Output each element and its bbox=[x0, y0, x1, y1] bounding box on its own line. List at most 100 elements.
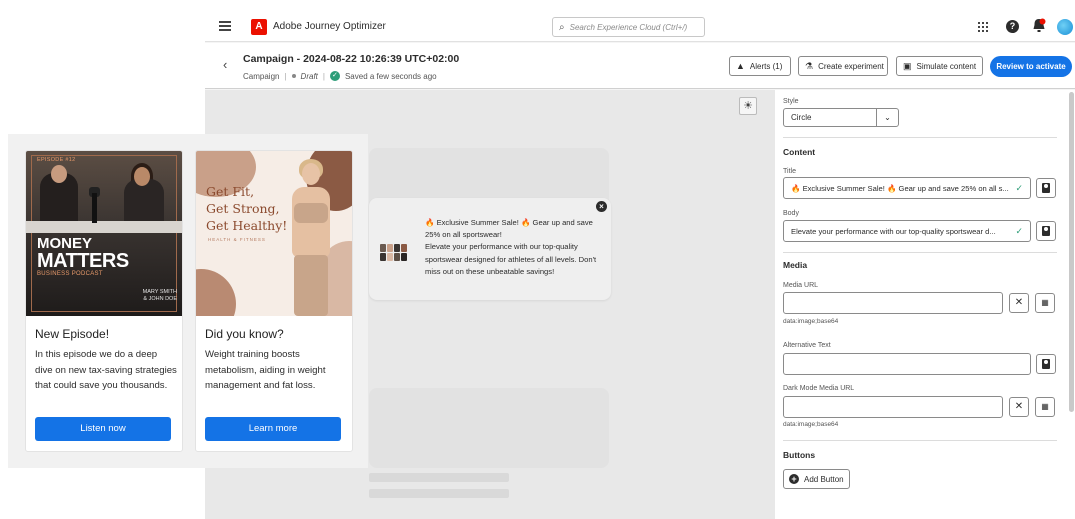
search-placeholder: Search Experience Cloud (Ctrl+/) bbox=[569, 22, 688, 32]
create-experiment-button[interactable]: ⚗ Create experiment bbox=[798, 56, 888, 76]
style-select[interactable]: Circle ⌄ bbox=[783, 108, 899, 127]
body-field[interactable]: Elevate your performance with our top-qu… bbox=[783, 220, 1031, 242]
saved-check-icon: ✓ bbox=[329, 71, 340, 81]
campaign-header: ‹ Campaign - 2024-08-22 10:26:39 UTC+02:… bbox=[205, 43, 1075, 89]
podcast-subtitle: BUSINESS PODCAST bbox=[37, 271, 103, 277]
media-url-hint: data:image;base64 bbox=[783, 318, 839, 325]
content-heading: Content bbox=[783, 147, 816, 157]
media-url-label: Media URL bbox=[783, 282, 819, 289]
add-button-label: Add Button bbox=[804, 474, 844, 484]
campaign-type: Campaign bbox=[243, 71, 280, 81]
plus-icon: + bbox=[789, 474, 799, 484]
model-leggings bbox=[294, 255, 328, 316]
media-url-input[interactable] bbox=[783, 292, 1003, 314]
card-body: In this episode we do a deep dive on new… bbox=[35, 349, 177, 391]
podcast-hosts: MARY SMITH & JOHN DOE bbox=[143, 289, 177, 303]
skeleton-line bbox=[369, 489, 509, 498]
campaign-breadcrumb: Campaign | Draft | ✓ Saved a few seconds… bbox=[243, 71, 437, 81]
browse-media-button[interactable]: ▦ bbox=[1035, 293, 1055, 313]
help-icon[interactable]: ? bbox=[1006, 20, 1019, 33]
podcast-image: EPISODE #12 MONEY MATTERS BUSINESS PODCA… bbox=[26, 151, 182, 316]
body-field-value: Elevate your performance with our top-qu… bbox=[791, 227, 996, 236]
model-top bbox=[294, 203, 328, 223]
simulate-icon: ▣ bbox=[903, 60, 912, 71]
valid-check-icon: ✓ bbox=[1015, 183, 1023, 193]
media-heading: Media bbox=[783, 260, 808, 270]
episode-tag: EPISODE #12 bbox=[37, 157, 76, 163]
alt-text-input[interactable] bbox=[783, 353, 1031, 375]
dark-media-label: Dark Mode Media URL bbox=[783, 385, 855, 392]
draft-dot-icon bbox=[291, 74, 296, 78]
add-button-button[interactable]: + Add Button bbox=[783, 469, 850, 489]
alerts-button[interactable]: ▲ Alerts (1) bbox=[729, 56, 791, 76]
experiment-label: Create experiment bbox=[818, 61, 884, 71]
podcast-artwork: EPISODE #12 MONEY MATTERS BUSINESS PODCA… bbox=[26, 151, 182, 316]
card-body: Weight training boosts metabolism, aidin… bbox=[205, 349, 326, 391]
table bbox=[26, 221, 182, 233]
body-label: Body bbox=[783, 210, 799, 217]
preview-thumbnail bbox=[380, 244, 416, 261]
personalize-body-button[interactable] bbox=[1036, 221, 1056, 241]
fitness-line2: Get Strong, bbox=[206, 201, 280, 216]
model-head bbox=[302, 163, 320, 185]
fitness-line3: Get Healthy! bbox=[206, 218, 288, 233]
decor-shape bbox=[196, 269, 236, 316]
preview-text: 🔥 Exclusive Summer Sale! 🔥 Gear up and s… bbox=[425, 217, 603, 278]
simulate-content-button[interactable]: ▣ Simulate content bbox=[896, 56, 983, 76]
browse-dark-media-button[interactable]: ▦ bbox=[1035, 397, 1055, 417]
preview-body: Elevate your performance with our top-qu… bbox=[425, 242, 597, 276]
alt-text-label: Alternative Text bbox=[783, 342, 831, 349]
content-card-examples: EPISODE #12 MONEY MATTERS BUSINESS PODCA… bbox=[8, 134, 368, 468]
title-label: Title bbox=[783, 168, 796, 175]
microphone-stand bbox=[92, 193, 97, 223]
light-mode-toggle-icon[interactable]: ☀ bbox=[739, 97, 757, 115]
clear-media-url-button[interactable]: ✕ bbox=[1009, 293, 1029, 313]
menu-icon[interactable] bbox=[219, 21, 231, 31]
title-field-value: 🔥 Exclusive Summer Sale! 🔥 Gear up and s… bbox=[791, 184, 1009, 193]
panel-scrollbar[interactable] bbox=[1069, 92, 1074, 412]
style-label: Style bbox=[783, 98, 799, 105]
beaker-icon: ⚗ bbox=[805, 60, 814, 71]
fitness-subtitle: HEALTH & FITNESS bbox=[208, 237, 266, 242]
listen-now-button[interactable]: Listen now bbox=[35, 417, 171, 441]
clear-dark-media-button[interactable]: ✕ bbox=[1009, 397, 1029, 417]
valid-check-icon: ✓ bbox=[1015, 226, 1023, 236]
notification-icon[interactable] bbox=[1032, 18, 1046, 34]
alert-triangle-icon: ▲ bbox=[736, 61, 745, 71]
host-name-1: MARY SMITH bbox=[142, 289, 177, 295]
preview-title: 🔥 Exclusive Summer Sale! 🔥 Gear up and s… bbox=[425, 218, 593, 240]
divider bbox=[783, 252, 1057, 253]
fitness-headline: Get Fit, Get Strong, Get Healthy! bbox=[206, 183, 287, 234]
content-card-podcast[interactable]: EPISODE #12 MONEY MATTERS BUSINESS PODCA… bbox=[25, 150, 183, 452]
campaign-title: Campaign - 2024-08-22 10:26:39 UTC+02:00 bbox=[243, 53, 460, 65]
card-title: Did you know? bbox=[205, 327, 284, 341]
learn-more-button[interactable]: Learn more bbox=[205, 417, 341, 441]
user-avatar[interactable] bbox=[1057, 19, 1073, 35]
adobe-logo-icon[interactable]: A bbox=[251, 19, 267, 35]
style-select-value: Circle bbox=[791, 113, 812, 122]
divider bbox=[783, 137, 1057, 138]
simulate-label: Simulate content bbox=[916, 61, 977, 71]
search-input[interactable]: ⌕ Search Experience Cloud (Ctrl+/) bbox=[552, 17, 705, 37]
skeleton-line bbox=[369, 473, 509, 482]
dark-media-url-input[interactable] bbox=[783, 396, 1003, 418]
fitness-artwork: Get Fit, Get Strong, Get Healthy! HEALTH… bbox=[196, 151, 352, 316]
content-card-fitness[interactable]: Get Fit, Get Strong, Get Healthy! HEALTH… bbox=[195, 150, 353, 452]
screenshot-root: A Adobe Journey Optimizer ⌕ Search Exper… bbox=[0, 0, 1075, 519]
personalize-alt-text-button[interactable] bbox=[1036, 354, 1056, 374]
skeleton-card bbox=[369, 388, 609, 468]
breadcrumb-separator: | bbox=[284, 71, 287, 81]
review-to-activate-button[interactable]: Review to activate bbox=[990, 56, 1072, 77]
app-name[interactable]: Adobe Journey Optimizer bbox=[273, 21, 386, 32]
podcast-title-line1: MONEY bbox=[37, 235, 93, 252]
apps-grid-icon[interactable] bbox=[978, 22, 988, 32]
personalize-title-button[interactable] bbox=[1036, 178, 1056, 198]
title-field[interactable]: 🔥 Exclusive Summer Sale! 🔥 Gear up and s… bbox=[783, 177, 1031, 199]
chevron-down-icon: ⌄ bbox=[876, 109, 898, 126]
back-chevron-icon[interactable]: ‹ bbox=[223, 57, 227, 72]
search-icon: ⌕ bbox=[559, 21, 565, 33]
alerts-label: Alerts (1) bbox=[749, 61, 783, 71]
close-icon[interactable]: × bbox=[596, 201, 607, 212]
fitness-image: Get Fit, Get Strong, Get Healthy! HEALTH… bbox=[196, 151, 352, 316]
podcast-title-line2: MATTERS bbox=[37, 250, 129, 272]
